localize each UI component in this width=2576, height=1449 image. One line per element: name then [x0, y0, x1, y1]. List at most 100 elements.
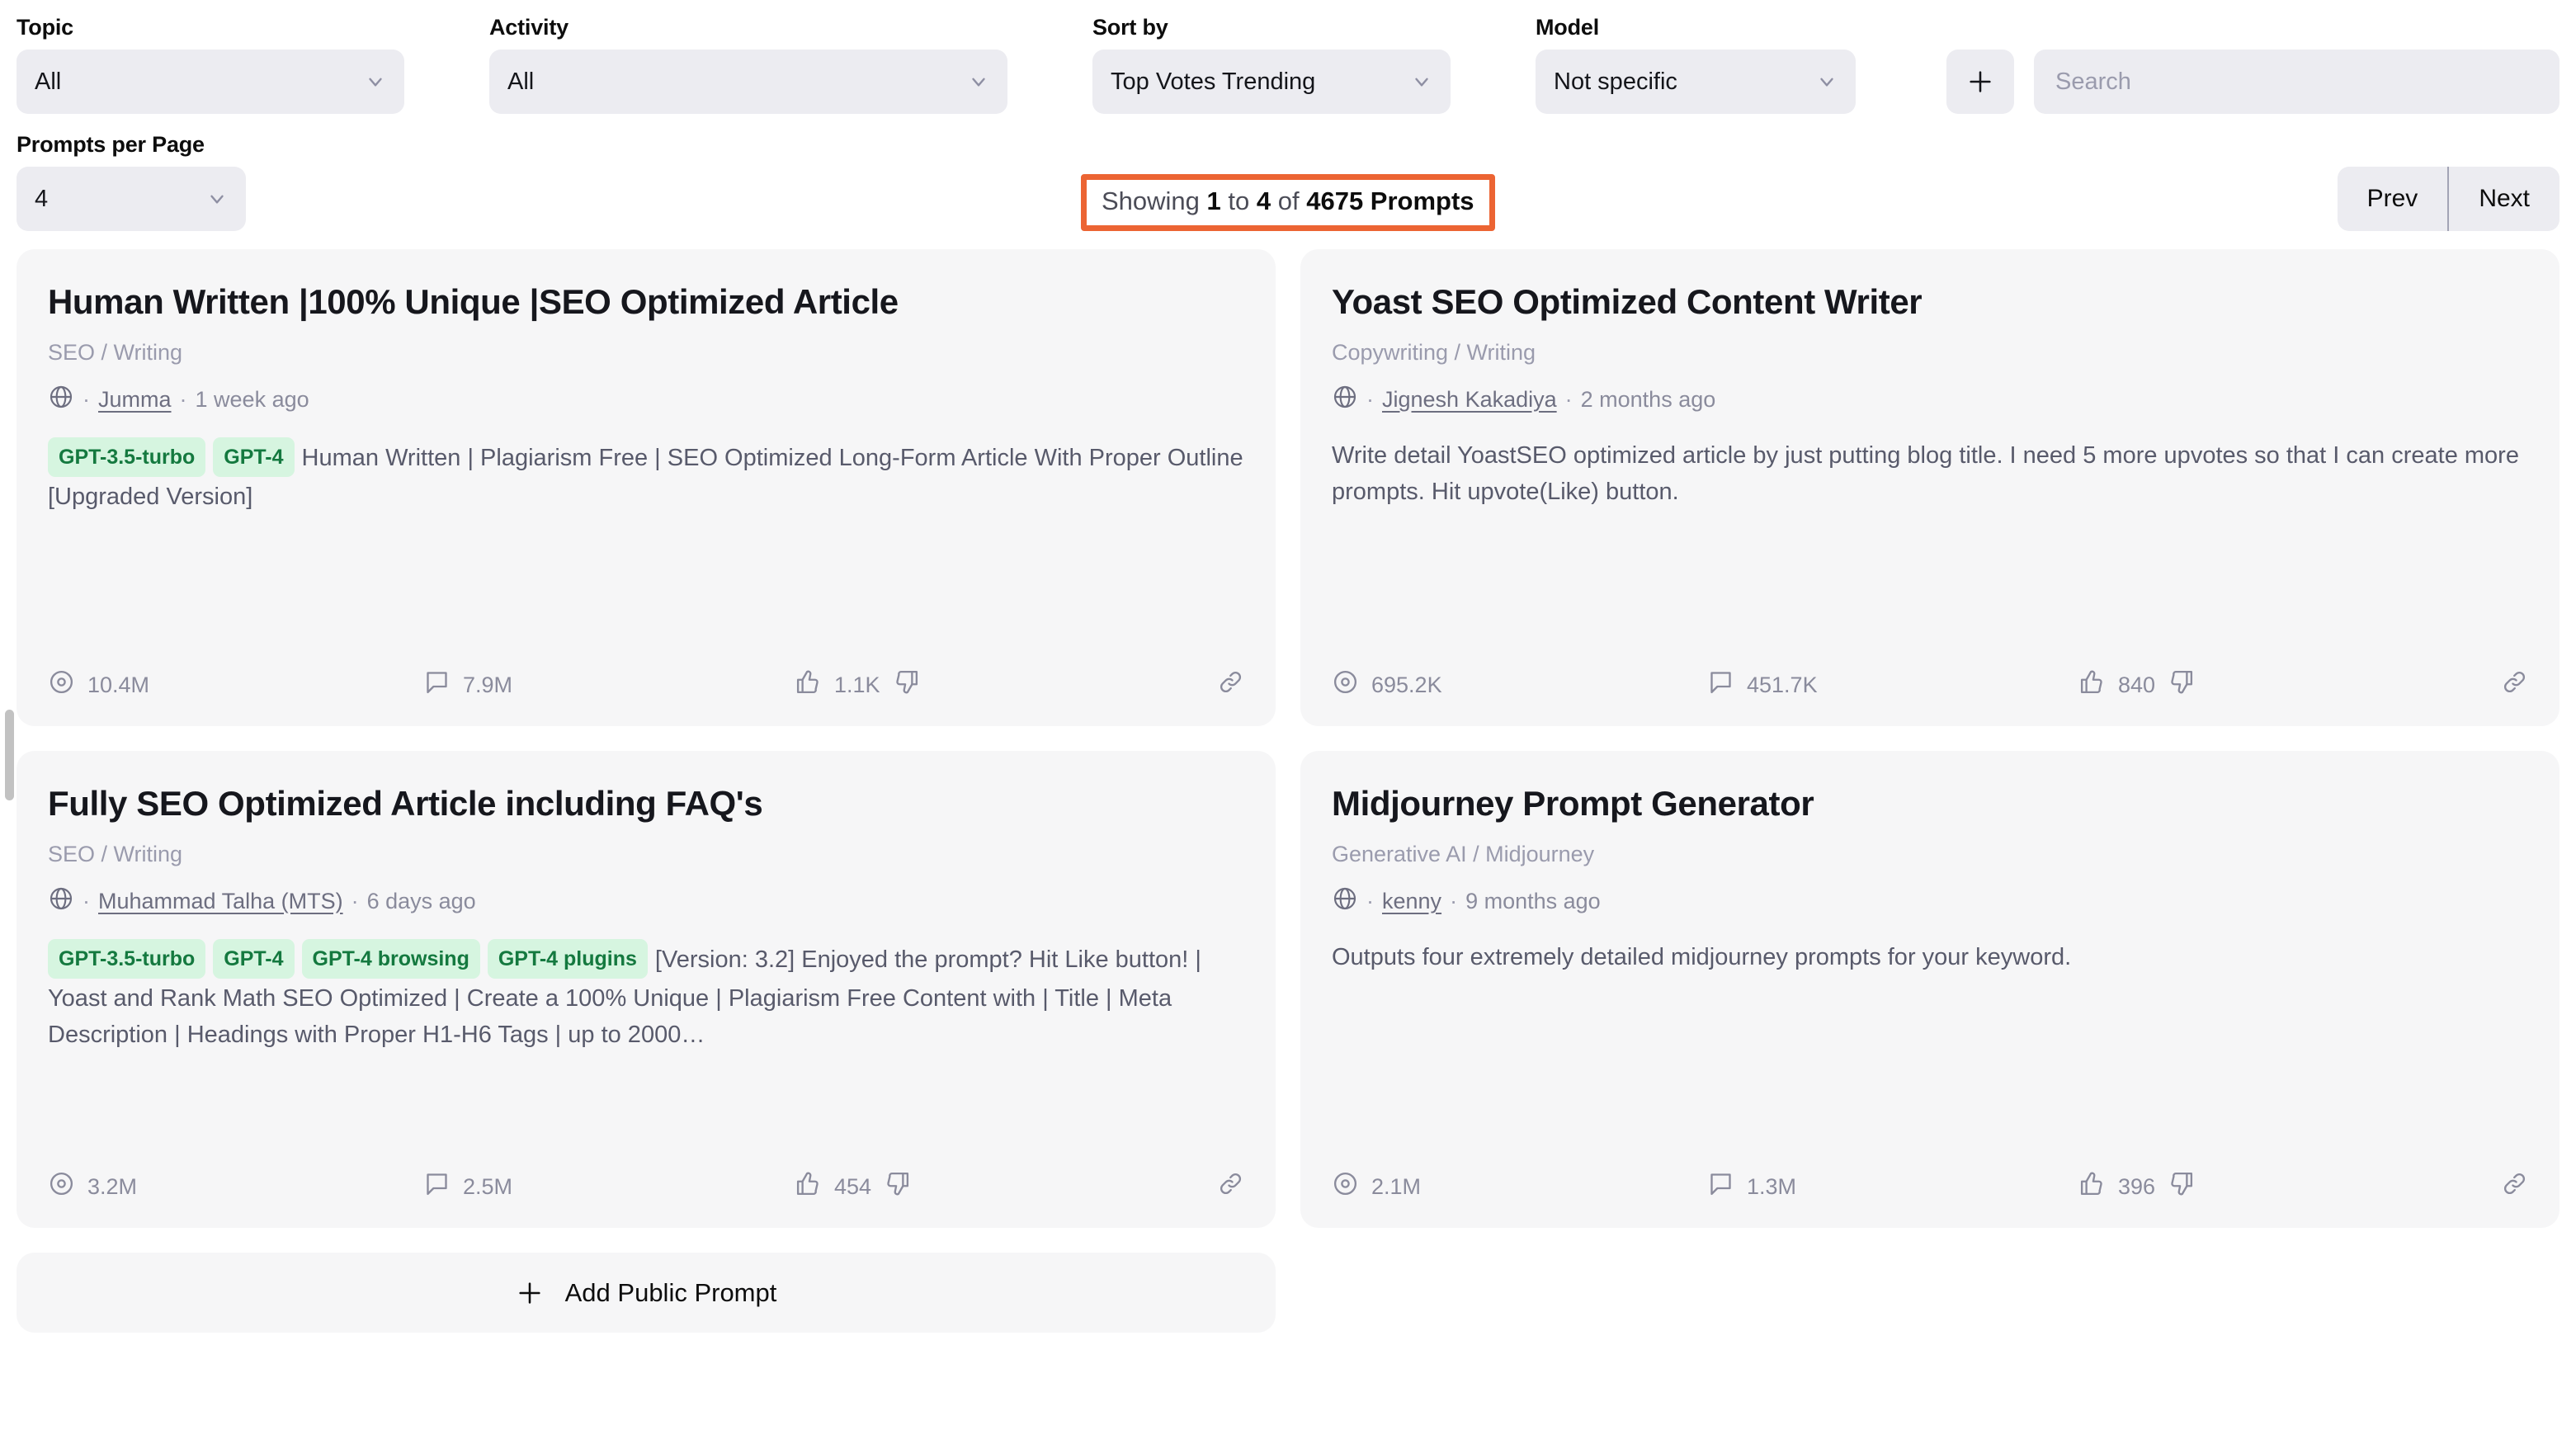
model-tag[interactable]: GPT-4	[213, 437, 295, 477]
prompt-category: SEO / Writing	[48, 339, 183, 365]
link-icon[interactable]	[2501, 668, 2528, 701]
pagination-bar: Prompts per Page 4 Showing 1 to 4 of 467…	[17, 132, 2559, 231]
views-stat: 695.2K	[1332, 668, 1707, 701]
comment-icon	[1707, 668, 1734, 701]
comments-stat: 7.9M	[423, 668, 795, 701]
prompt-title: Yoast SEO Optimized Content Writer	[1332, 282, 1923, 321]
thumbs-up-icon[interactable]	[795, 1170, 822, 1203]
meta-separator: ·	[1450, 888, 1458, 913]
vertical-scrollbar-thumb[interactable]	[5, 710, 14, 800]
prev-button[interactable]: Prev	[2338, 167, 2448, 231]
model-tag[interactable]: GPT-4 plugins	[487, 938, 648, 979]
views-count: 695.2K	[1371, 672, 1442, 697]
prompt-description-block: GPT-3.5-turbo GPT-4 Human Written | Plagia…	[48, 437, 1244, 515]
thumbs-down-icon[interactable]	[2168, 1170, 2195, 1203]
comment-icon	[423, 1170, 451, 1203]
prompt-card-grid: Human Written |100% Unique |SEO Optimize…	[17, 249, 2559, 1228]
prompt-category: Copywriting / Writing	[1332, 339, 1536, 365]
votes-stat: 396	[2078, 1170, 2195, 1203]
topic-select[interactable]: All	[17, 50, 404, 114]
prompt-meta: · Jignesh Kakadiya · 2 months ago	[1332, 384, 2528, 416]
prompt-category: Generative AI / Midjourney	[1332, 841, 1595, 866]
model-tag[interactable]: GPT-4	[213, 938, 295, 979]
topic-value: All	[35, 68, 62, 95]
prompt-meta: · Jumma · 1 week ago	[48, 384, 1244, 416]
prompts-per-page-select[interactable]: 4	[17, 167, 246, 231]
globe-icon	[1332, 885, 1358, 918]
plus-icon	[519, 1281, 540, 1304]
link-icon[interactable]	[2501, 1170, 2528, 1203]
globe-icon	[1332, 384, 1358, 416]
activity-label: Activity	[489, 15, 569, 40]
link-icon[interactable]	[1217, 1170, 1244, 1203]
prompt-card[interactable]: Yoast SEO Optimized Content Writer Copyw…	[1300, 249, 2559, 726]
activity-select[interactable]: All	[489, 50, 1007, 114]
prompt-title: Fully SEO Optimized Article including FA…	[48, 784, 763, 823]
add-filter-button[interactable]	[1946, 50, 2014, 114]
prompt-author[interactable]: kenny	[1382, 889, 1441, 914]
prompt-category: SEO / Writing	[48, 841, 183, 866]
views-stat: 2.1M	[1332, 1170, 1707, 1203]
chevron-down-icon	[1820, 78, 1833, 87]
prompt-card[interactable]: Human Written |100% Unique |SEO Optimize…	[17, 249, 1276, 726]
thumbs-up-icon[interactable]	[2078, 1170, 2106, 1203]
prompt-description: Outputs four extremely detailed midjourn…	[1332, 943, 2072, 970]
prompt-card[interactable]: Fully SEO Optimized Article including FA…	[17, 751, 1276, 1228]
thumbs-up-icon[interactable]	[2078, 668, 2106, 701]
topic-label: Topic	[17, 15, 73, 40]
votes-stat: 840	[2078, 668, 2195, 701]
showing-mid: to	[1220, 186, 1257, 216]
votes-stat: 454	[795, 1170, 911, 1203]
sort-by-select[interactable]: Top Votes Trending	[1092, 50, 1451, 114]
model-tag[interactable]: GPT-4 browsing	[301, 938, 480, 979]
search-input[interactable]	[2034, 50, 2559, 114]
comments-stat: 451.7K	[1707, 668, 2078, 701]
comments-count: 2.5M	[463, 1173, 513, 1199]
prompt-author[interactable]: Jumma	[98, 387, 172, 413]
meta-separator: ·	[1564, 386, 1573, 412]
activity-value: All	[507, 68, 535, 95]
comments-count: 451.7K	[1747, 672, 1818, 697]
model-select[interactable]: Not specific	[1536, 50, 1856, 114]
prompt-description-block: Write detail YoastSEO optimized article …	[1332, 437, 2528, 510]
model-value: Not specific	[1554, 68, 1677, 95]
model-tag[interactable]: GPT-3.5-turbo	[48, 437, 206, 477]
prompt-author[interactable]: Jignesh Kakadiya	[1382, 387, 1557, 413]
comments-count: 1.3M	[1747, 1173, 1797, 1199]
prompt-title: Human Written |100% Unique |SEO Optimize…	[48, 282, 899, 321]
views-stat: 10.4M	[48, 668, 423, 701]
prompt-card[interactable]: Midjourney Prompt Generator Generative A…	[1300, 751, 2559, 1228]
link-icon[interactable]	[1217, 668, 1244, 701]
add-public-prompt-label: Add Public Prompt	[564, 1277, 777, 1307]
showing-of: of	[1271, 186, 1307, 216]
meta-separator: ·	[83, 386, 90, 412]
sort-by-label: Sort by	[1092, 15, 1168, 40]
prompt-timestamp: 1 week ago	[195, 386, 309, 412]
model-tag[interactable]: GPT-3.5-turbo	[48, 938, 206, 979]
comments-count: 7.9M	[463, 672, 513, 697]
showing-count-text: Showing 1 to 4 of 4675 Prompts	[1081, 174, 1495, 231]
showing-to: 4	[1256, 186, 1271, 216]
prompt-description: Write detail YoastSEO optimized article …	[1332, 441, 2519, 505]
showing-from: 1	[1206, 186, 1221, 216]
chevron-down-icon	[1415, 78, 1428, 87]
showing-total: 4675 Prompts	[1306, 186, 1474, 216]
prompts-per-page-label: Prompts per Page	[17, 132, 205, 157]
prompt-author[interactable]: Muhammad Talha (MTS)	[98, 889, 343, 914]
showing-prefix: Showing	[1102, 186, 1207, 216]
eye-icon	[48, 668, 75, 701]
next-button[interactable]: Next	[2449, 167, 2559, 231]
thumbs-up-icon[interactable]	[795, 668, 822, 701]
add-public-prompt-button[interactable]: Add Public Prompt	[17, 1253, 1276, 1333]
prompt-description-block: Outputs four extremely detailed midjourn…	[1332, 939, 2528, 975]
thumbs-down-icon[interactable]	[893, 668, 920, 701]
comments-stat: 2.5M	[423, 1170, 795, 1203]
thumbs-down-icon[interactable]	[2168, 668, 2195, 701]
thumbs-down-icon[interactable]	[884, 1170, 911, 1203]
filter-bar: Topic All Activity All Sort by Top Votes…	[17, 0, 2559, 114]
meta-separator: ·	[1366, 386, 1374, 412]
upvotes-count: 840	[2118, 672, 2156, 697]
plus-icon	[1970, 71, 1991, 92]
model-filter: Model Not specific	[1536, 15, 1856, 114]
chevron-down-icon	[369, 78, 382, 87]
